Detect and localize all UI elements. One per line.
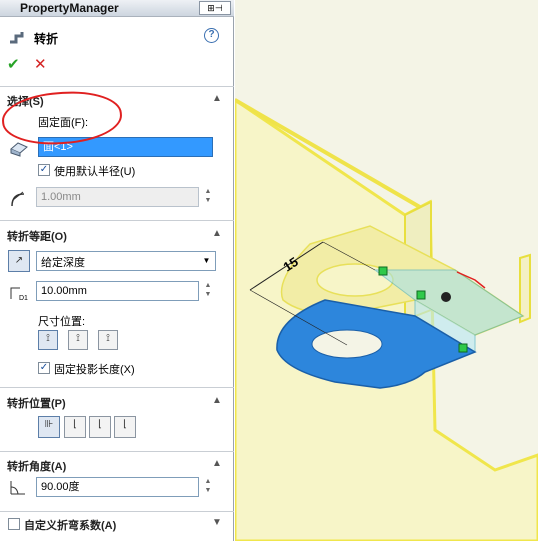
handle-marker[interactable] [458, 343, 468, 353]
divider [0, 220, 234, 221]
end-condition-select[interactable]: 给定深度 ▼ [36, 251, 216, 271]
offset-distance-field[interactable]: 10.00mm [36, 281, 199, 301]
property-manager-panel: PropertyManager ⊞⊣ 转折 ? ✔ ✕ 选择(S) ▲ 固定面(… [0, 0, 234, 541]
bend-centerline-icon[interactable]: ⊪ [38, 416, 60, 438]
cancel-button[interactable]: ✕ [34, 55, 47, 73]
expand-icon[interactable]: ▼ [212, 517, 222, 528]
offset-group-header[interactable]: 转折等距(O) [7, 228, 67, 244]
angle-icon [10, 481, 25, 495]
help-button[interactable]: ? [204, 28, 219, 43]
use-default-radius-checkbox[interactable]: ✓ [38, 164, 50, 176]
bend-outside-icon[interactable]: ⌊ [114, 416, 136, 438]
end-condition-value: 给定深度 [41, 257, 85, 269]
position-group-header[interactable]: 转折位置(P) [7, 395, 66, 411]
divider [0, 511, 234, 512]
angle-spinner[interactable]: ▲ ▼ [203, 477, 213, 497]
inner-virtual-sharp-icon[interactable]: ⟟ [68, 330, 88, 350]
radius-icon [11, 191, 25, 207]
lower-hole [311, 329, 383, 359]
bend-radius-field[interactable]: 1.00mm [36, 187, 199, 207]
handle-marker[interactable] [378, 266, 388, 276]
radius-spinner[interactable]: ▲ ▼ [203, 187, 213, 207]
sheet-metal-model[interactable]: 15 [235, 0, 538, 541]
material-inside-icon[interactable]: ⌊ [64, 416, 86, 438]
material-outside-icon[interactable]: ⌊ [89, 416, 111, 438]
divider [0, 451, 234, 452]
collapse-icon[interactable]: ▲ [212, 395, 222, 406]
collapse-icon[interactable]: ▲ [212, 228, 222, 239]
dimension-position-label: 尺寸位置: [38, 316, 86, 328]
pin-icon[interactable]: ⊞⊣ [199, 1, 231, 15]
reverse-direction-icon[interactable]: ↗ [8, 250, 30, 272]
divider [0, 86, 234, 87]
custom-bend-allowance-header[interactable]: 自定义折弯系数(A) [24, 517, 116, 533]
svg-text:D1: D1 [19, 295, 28, 302]
collapse-icon[interactable]: ▲ [212, 93, 222, 104]
jog-angle-field[interactable]: 90.00度 [36, 477, 199, 497]
custom-bend-allowance-checkbox[interactable] [8, 518, 20, 530]
jog-feature-icon [10, 32, 24, 44]
right-wall [519, 253, 531, 324]
angle-group-header[interactable]: 转折角度(A) [7, 458, 66, 474]
handle-dot[interactable] [441, 292, 451, 302]
fixed-projected-length-checkbox[interactable]: ✓ [38, 362, 50, 374]
distance-spinner[interactable]: ▲ ▼ [203, 281, 213, 301]
feature-header: 转折 ? [4, 26, 230, 48]
feature-title: 转折 [34, 32, 59, 46]
overall-dimension-icon[interactable]: ⟟ [98, 330, 118, 350]
collapse-icon[interactable]: ▲ [212, 458, 222, 469]
ok-button[interactable]: ✔ [7, 55, 20, 73]
fixed-projected-length-label: 固定投影长度(X) [54, 364, 135, 376]
dropdown-arrow-icon[interactable]: ▼ [200, 254, 213, 268]
use-default-radius-label: 使用默认半径(U) [54, 166, 136, 178]
divider [0, 387, 234, 388]
distance-icon: D1 [10, 287, 28, 302]
outer-virtual-sharp-icon[interactable]: ⟟ [38, 330, 58, 350]
handle-marker[interactable] [416, 290, 426, 300]
graphics-area[interactable]: 15 [235, 0, 538, 541]
